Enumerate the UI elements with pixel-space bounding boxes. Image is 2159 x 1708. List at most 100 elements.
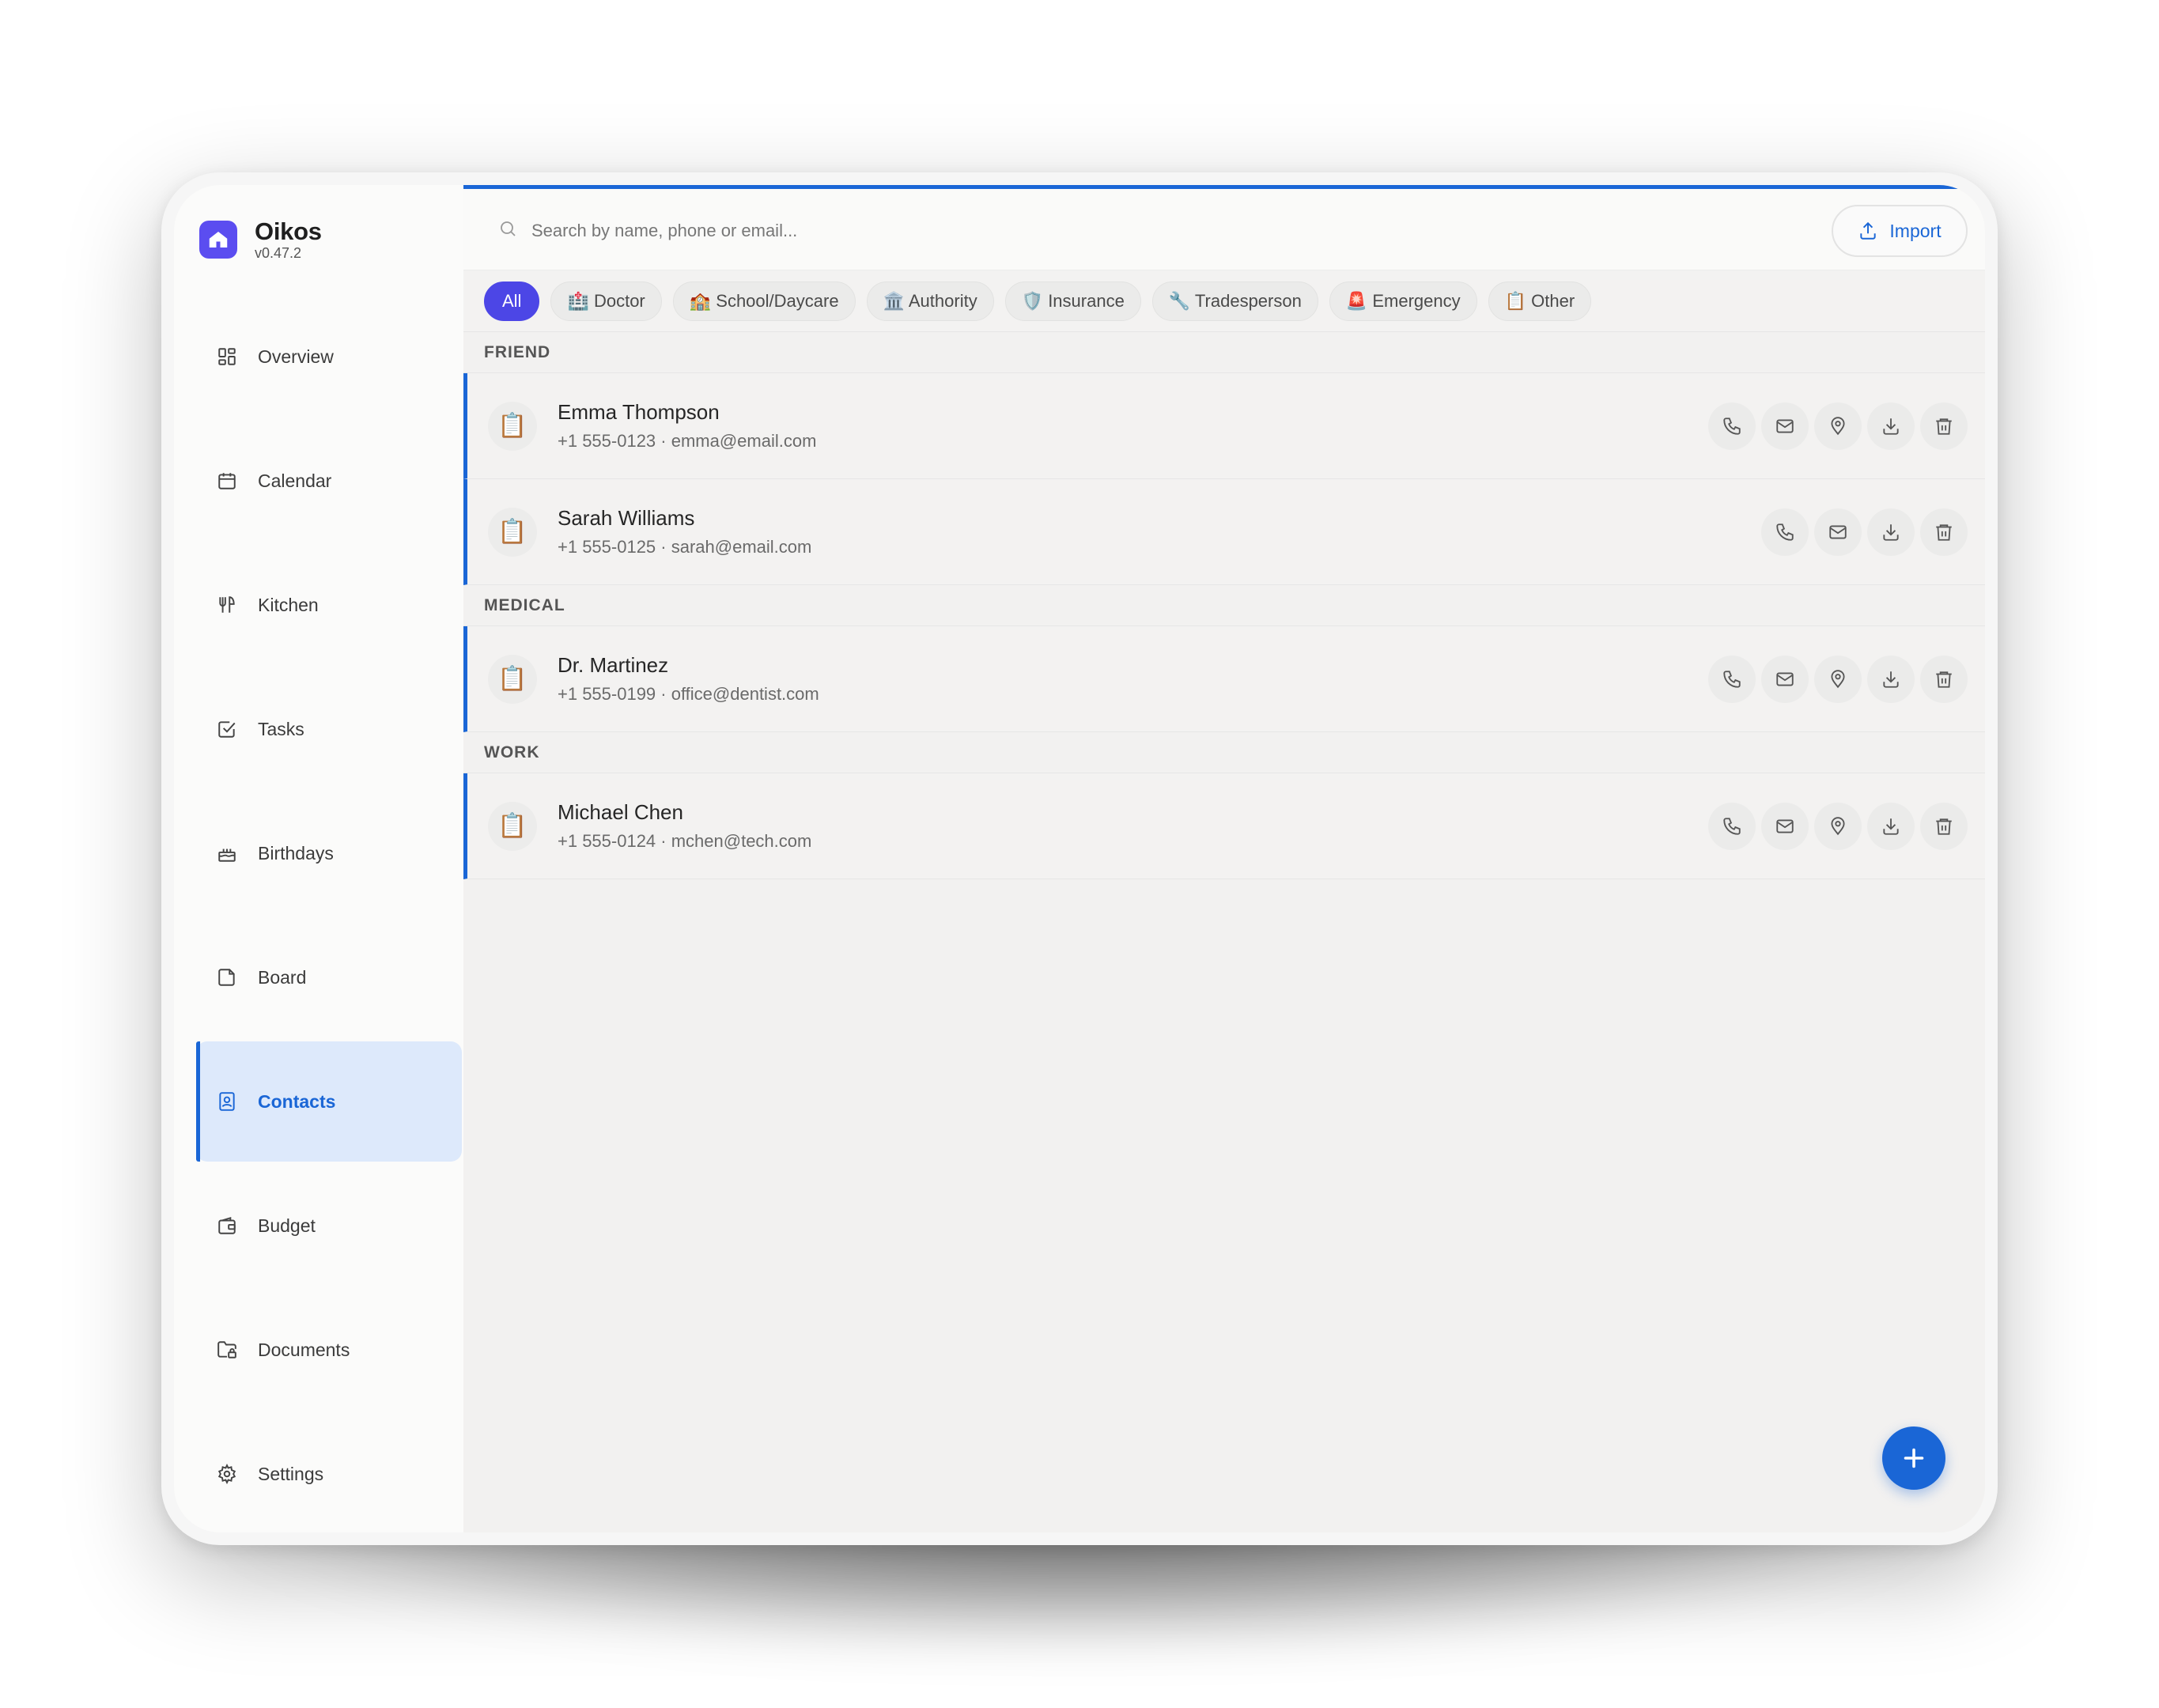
calendar-icon [215, 469, 239, 493]
sidebar-item-label: Budget [258, 1215, 316, 1236]
search-placeholder: Search by name, phone or email... [531, 221, 798, 240]
contact-name: Dr. Martinez [558, 653, 669, 677]
contacts-main: Search by name, phone or email... Import… [463, 185, 1985, 1532]
contact-name: Emma Thompson [558, 400, 720, 424]
sidebar-item-budget[interactable]: Budget [196, 1166, 462, 1286]
delete-button[interactable] [1920, 402, 1968, 450]
email-button[interactable] [1761, 656, 1809, 703]
call-button[interactable] [1708, 803, 1756, 850]
app-screen: Oikos v0.47.2 Overview Calendar Kitchen … [174, 185, 1985, 1532]
trash-icon [1936, 818, 1952, 835]
sidebar-item-documents[interactable]: Documents [196, 1290, 462, 1410]
download-vcard-button[interactable] [1867, 656, 1915, 703]
email-button[interactable] [1814, 508, 1862, 556]
phone-icon [1723, 418, 1741, 435]
email-button[interactable] [1761, 402, 1809, 450]
contact-name: Michael Chen [558, 800, 683, 824]
sidebar-item-label: Birthdays [258, 842, 334, 863]
clipboard-icon: 📋 [488, 401, 537, 451]
trash-icon [1936, 671, 1952, 688]
add-contact-button[interactable] [1882, 1426, 1945, 1490]
brand[interactable]: Oikos v0.47.2 [199, 218, 322, 261]
wallet-icon [215, 1214, 239, 1238]
clipboard-icon: 📋 [488, 507, 537, 557]
sidebar-item-label: Overview [258, 346, 334, 367]
contact-row[interactable]: 📋 Sarah Williams +1 555-0125 · sarah@ema… [463, 479, 1985, 585]
filter-chip-insurance[interactable]: 🛡️ Insurance [1004, 281, 1141, 321]
sidebar-item-label: Contacts [258, 1090, 336, 1112]
filter-chip-emergency[interactable]: 🚨 Emergency [1329, 281, 1477, 321]
download-icon [1883, 671, 1899, 688]
cake-icon [215, 841, 239, 865]
contact-details: +1 555-0125 · sarah@email.com [558, 537, 812, 557]
group-header-work: WORK [463, 732, 1985, 773]
contact-row[interactable]: 📋 Dr. Martinez +1 555-0199 · office@dent… [463, 626, 1985, 732]
search-input[interactable]: Search by name, phone or email... [498, 219, 797, 243]
map-button[interactable] [1814, 803, 1862, 850]
filter-chip-tradesperson[interactable]: 🔧 Tradesperson [1151, 281, 1318, 321]
download-icon [1883, 818, 1899, 835]
email-button[interactable] [1761, 803, 1809, 850]
contact-actions [1756, 508, 1968, 556]
sidebar-item-overview[interactable]: Overview [196, 297, 462, 417]
download-vcard-button[interactable] [1867, 402, 1915, 450]
mail-icon [1776, 672, 1794, 686]
contact-details: +1 555-0123 · emma@email.com [558, 431, 817, 451]
mail-icon [1776, 419, 1794, 433]
contact-actions [1703, 656, 1968, 703]
sidebar-item-settings[interactable]: Settings [196, 1414, 462, 1532]
contact-actions [1703, 402, 1968, 450]
home-logo-icon [199, 221, 237, 259]
sidebar-item-label: Kitchen [258, 594, 319, 615]
sidebar-item-label: Tasks [258, 718, 304, 739]
sidebar-item-birthdays[interactable]: Birthdays [196, 793, 462, 913]
filter-chip-authority[interactable]: 🏛️ Authority [866, 281, 994, 321]
import-button[interactable]: Import [1832, 205, 1968, 257]
sidebar-item-label: Calendar [258, 470, 332, 491]
filter-chip-school[interactable]: 🏫 School/Daycare [672, 281, 856, 321]
sidebar-item-board[interactable]: Board [196, 917, 462, 1037]
delete-button[interactable] [1920, 508, 1968, 556]
sidebar-item-tasks[interactable]: Tasks [196, 669, 462, 789]
tablet-frame: Oikos v0.47.2 Overview Calendar Kitchen … [161, 172, 1998, 1545]
trash-icon [1936, 524, 1952, 541]
import-label: Import [1889, 220, 1942, 241]
sidebar-item-contacts[interactable]: Contacts [196, 1041, 462, 1162]
phone-icon [1723, 818, 1741, 835]
call-button[interactable] [1761, 508, 1809, 556]
download-vcard-button[interactable] [1867, 508, 1915, 556]
map-button[interactable] [1814, 656, 1862, 703]
search-icon [498, 219, 517, 243]
app-name: Oikos [255, 217, 322, 245]
sidebar-item-kitchen[interactable]: Kitchen [196, 545, 462, 665]
folder-lock-icon [215, 1338, 239, 1362]
group-header-medical: MEDICAL [463, 585, 1985, 626]
filter-chip-doctor[interactable]: 🏥 Doctor [550, 281, 662, 321]
trash-icon [1936, 418, 1952, 435]
gear-icon [215, 1462, 239, 1486]
call-button[interactable] [1708, 402, 1756, 450]
filter-chip-all[interactable]: All [484, 281, 540, 321]
delete-button[interactable] [1920, 803, 1968, 850]
download-icon [1883, 418, 1899, 435]
location-pin-icon [1831, 670, 1845, 689]
top-bar: Search by name, phone or email... Import [463, 185, 1985, 270]
call-button[interactable] [1708, 656, 1756, 703]
note-icon [215, 965, 239, 989]
download-vcard-button[interactable] [1867, 803, 1915, 850]
sidebar-item-calendar[interactable]: Calendar [196, 421, 462, 541]
category-filters: All 🏥 Doctor 🏫 School/Daycare 🏛️ Authori… [463, 270, 1985, 332]
location-pin-icon [1831, 817, 1845, 836]
grid-icon [215, 345, 239, 368]
filter-chip-other[interactable]: 📋 Other [1488, 281, 1592, 321]
group-header-friend: FRIEND [463, 332, 1985, 373]
upload-icon [1858, 221, 1878, 241]
map-button[interactable] [1814, 402, 1862, 450]
phone-icon [1723, 671, 1741, 688]
delete-button[interactable] [1920, 656, 1968, 703]
sidebar-item-label: Documents [258, 1339, 350, 1360]
download-icon [1883, 524, 1899, 541]
contact-row[interactable]: 📋 Michael Chen +1 555-0124 · mchen@tech.… [463, 773, 1985, 879]
utensils-icon [215, 593, 239, 617]
contact-row[interactable]: 📋 Emma Thompson +1 555-0123 · emma@email… [463, 373, 1985, 479]
